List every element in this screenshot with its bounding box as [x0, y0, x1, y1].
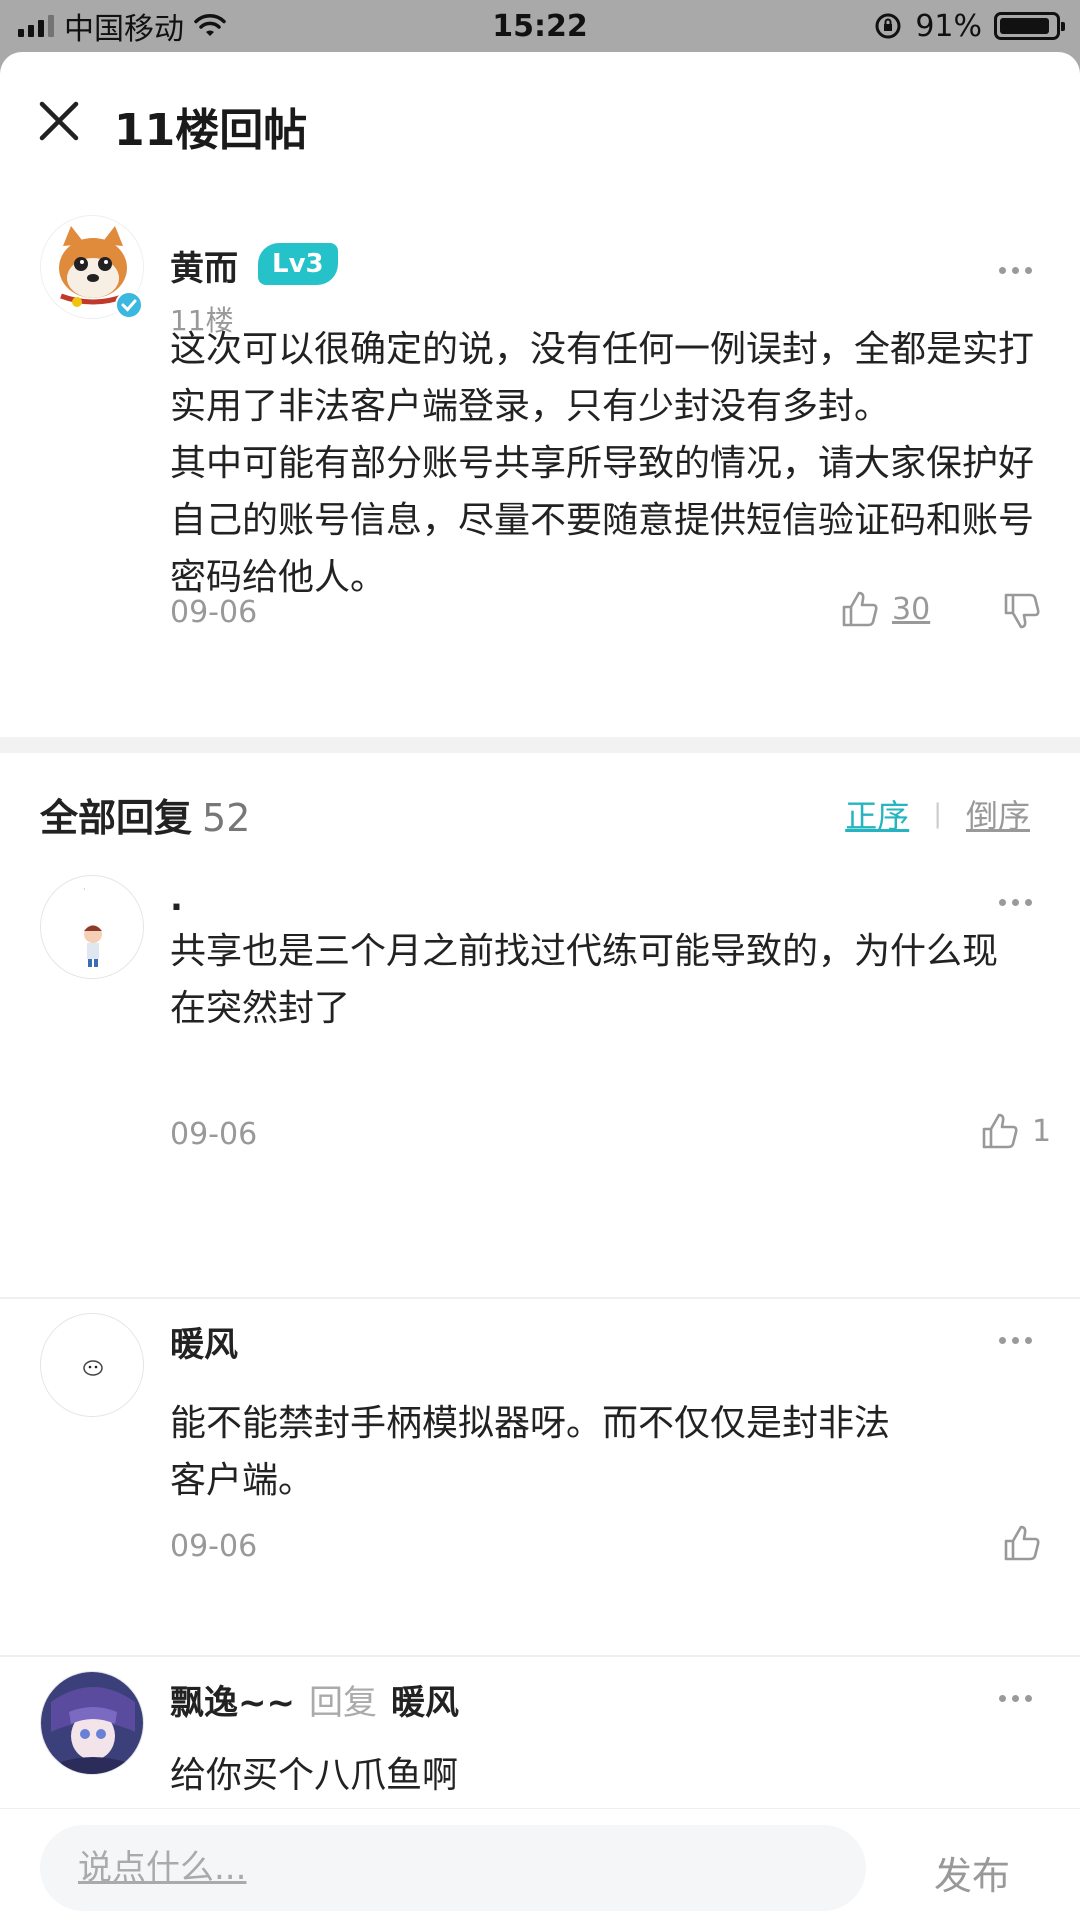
svg-text:·: ·: [83, 885, 86, 894]
publish-button[interactable]: 发布: [934, 1845, 1010, 1900]
reply-content: 能不能禁封手柄模拟器呀。而不仅仅是封非法 客户端。: [170, 1403, 891, 1501]
more-options-icon[interactable]: [999, 267, 1032, 274]
like-button[interactable]: 30: [840, 589, 930, 629]
battery-percent: 91%: [915, 8, 982, 44]
reply-content: 共享也是三个月之前找过代练可能导致的，为什么现 在突然封了: [170, 931, 999, 1029]
replies-title: 全部回复 52: [40, 787, 250, 842]
thumbs-up-icon: [982, 1113, 1018, 1149]
replies-count: 52: [202, 796, 251, 840]
replies-header: 全部回复 52 正序 | 倒序: [0, 753, 1080, 861]
reply-date: 09-06: [170, 1529, 258, 1564]
more-options-icon[interactable]: [999, 1695, 1032, 1702]
reply-to-label: 回复: [308, 1683, 377, 1723]
reply-item: · . 共享也是三个月之前找过代练可能导致的，为什么现 在突然封了 09-06 …: [0, 861, 1080, 1299]
status-bar: 中国移动 15:22 91%: [0, 0, 1080, 52]
sort-ascending-tab[interactable]: 正序: [845, 791, 909, 837]
thumbs-up-icon: [842, 591, 878, 627]
section-divider: [0, 737, 1080, 753]
reply-sheet: 11楼回帖 黄而 Lv3 11楼 这次可以很确定的说，没有任何一例误封，全都是实…: [0, 52, 1080, 1920]
comment-bar: 说点什么... 发布: [0, 1808, 1080, 1920]
main-post: 黄而 Lv3 11楼 这次可以很确定的说，没有任何一例误封，全都是实打实用了非法…: [0, 197, 1080, 737]
sort-separator: |: [933, 799, 942, 829]
reply-item: 暖风 能不能禁封手柄模拟器呀。而不仅仅是封非法 客户端。 09-06: [0, 1299, 1080, 1657]
thumbs-down-icon[interactable]: [1002, 591, 1042, 631]
reply-author[interactable]: .: [170, 879, 183, 919]
battery-icon: [994, 12, 1065, 40]
like-count: 30: [892, 591, 931, 627]
reply-author: 飘逸~~ 回复 暖风: [170, 1675, 459, 1724]
reply-author-name[interactable]: 飘逸~~: [170, 1675, 295, 1724]
thumbs-up-icon: [1004, 1525, 1040, 1561]
avatar[interactable]: ·: [40, 875, 144, 979]
page-title: 11楼回帖: [114, 105, 308, 156]
reply-to-user[interactable]: 暖风: [391, 1675, 459, 1724]
avatar[interactable]: [40, 1313, 144, 1417]
reply-author[interactable]: 暖风: [170, 1317, 238, 1366]
orientation-lock-icon: [875, 13, 901, 39]
post-author[interactable]: 黄而: [170, 241, 238, 290]
like-button[interactable]: [1002, 1523, 1042, 1563]
reply-date: 09-06: [170, 1117, 258, 1152]
post-content: 这次可以很确定的说，没有任何一例误封，全都是实打实用了非法客户端登录，只有少封没…: [170, 329, 1035, 598]
replies-title-text: 全部回复: [40, 796, 193, 840]
reply-content: 给你买个八爪鱼啊: [170, 1755, 459, 1796]
more-options-icon[interactable]: [999, 1337, 1032, 1344]
sheet-header: 11楼回帖: [0, 52, 1080, 197]
verified-badge-icon: [115, 291, 143, 319]
cartoon-boy-avatar-icon: ·: [41, 876, 143, 978]
close-icon[interactable]: [36, 98, 82, 144]
post-date: 09-06: [170, 595, 258, 630]
avatar[interactable]: [40, 1671, 144, 1775]
comment-input[interactable]: 说点什么...: [40, 1825, 866, 1911]
face-sketch-avatar-icon: [41, 1314, 143, 1416]
level-badge: Lv3: [258, 243, 338, 285]
sort-descending-tab[interactable]: 倒序: [966, 791, 1030, 837]
like-count: 1: [1032, 1113, 1052, 1149]
more-options-icon[interactable]: [999, 899, 1032, 906]
anime-character-avatar-icon: [41, 1672, 143, 1774]
like-button[interactable]: 1: [980, 1111, 1051, 1151]
sort-toggle: 正序 | 倒序: [845, 791, 1030, 837]
